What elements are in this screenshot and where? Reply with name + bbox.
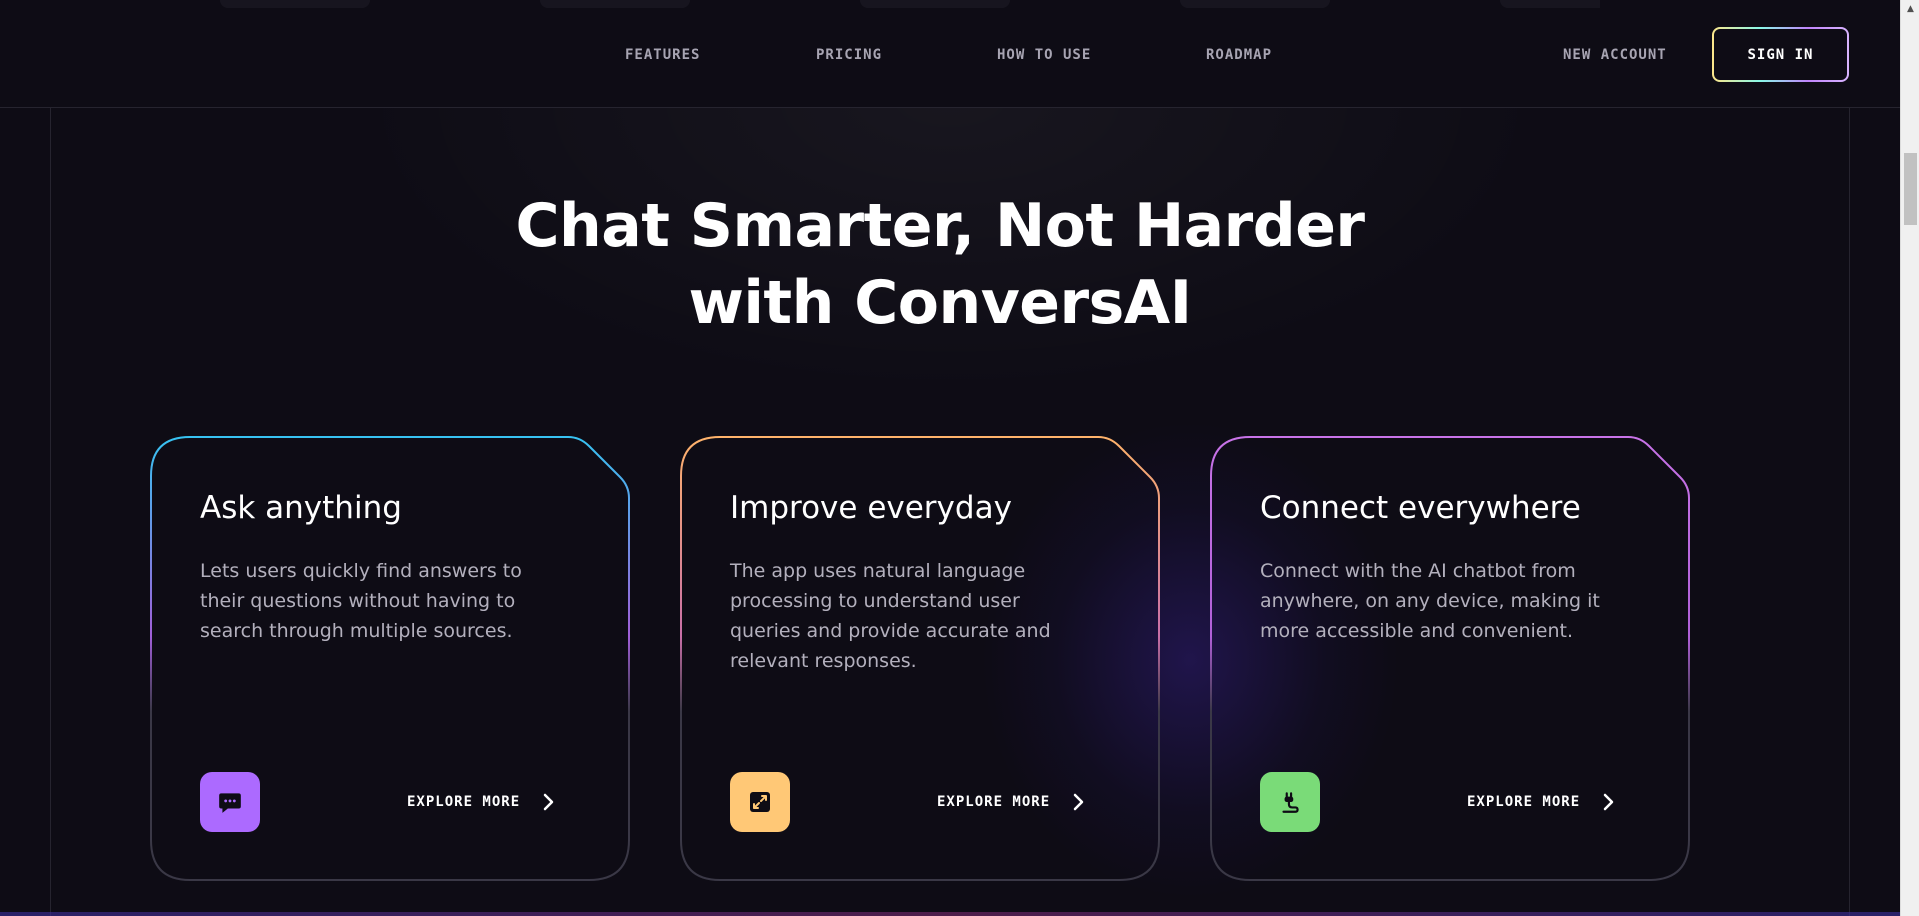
nav-pricing[interactable]: PRICING [816,47,882,63]
card-title: Ask anything [200,490,402,526]
explore-more-label: EXPLORE MORE [937,794,1051,810]
card-description: Connect with the AI chatbot from anywher… [1260,560,1600,642]
explore-more-link[interactable]: EXPLORE MORE [407,782,556,822]
explore-more-label: EXPLORE MORE [1467,794,1581,810]
card-description: The app uses natural language processing… [730,560,1051,672]
site-header: FEATURES PRICING HOW TO USE ROADMAP NEW … [0,0,1900,108]
scrollbar-thumb[interactable] [1904,153,1917,225]
sign-in-button[interactable]: SIGN IN [1712,27,1849,82]
bottom-gradient-strip [0,912,1900,916]
nav-features[interactable]: FEATURES [625,47,700,63]
card-description: Lets users quickly find answers to their… [200,560,522,642]
nav-roadmap[interactable]: ROADMAP [1206,47,1272,63]
explore-more-link[interactable]: EXPLORE MORE [1467,782,1616,822]
chat-bubble-icon [200,772,260,832]
chevron-right-icon [1073,793,1084,811]
expand-arrows-icon [730,772,790,832]
hero-heading-line1: Chat Smarter, Not Harder [515,191,1365,261]
frame-line-left [50,108,51,916]
vertical-scrollbar[interactable]: ▲ [1900,0,1919,916]
explore-more-label: EXPLORE MORE [407,794,521,810]
plug-icon [1260,772,1320,832]
chevron-right-icon [1603,793,1614,811]
card-title: Connect everywhere [1260,490,1581,526]
explore-more-link[interactable]: EXPLORE MORE [937,782,1086,822]
chevron-right-icon [543,793,554,811]
hero-heading-line2: with ConversAI [688,268,1192,338]
card-title: Improve everyday [730,490,1012,526]
nav-how-to-use[interactable]: HOW TO USE [997,47,1091,63]
feature-card-improve-everyday[interactable]: Improve everyday The app uses natural la… [680,436,1160,881]
frame-line-right [1849,108,1850,916]
partner-logos-strip [200,0,1600,14]
hero-heading: Chat Smarter, Not Harder with ConversAI [460,188,1420,342]
scroll-up-arrow-icon[interactable]: ▲ [1901,0,1919,17]
feature-card-ask-anything[interactable]: Ask anything Lets users quickly find ans… [150,436,630,881]
feature-card-connect-everywhere[interactable]: Connect everywhere Connect with the AI c… [1210,436,1690,881]
new-account-link[interactable]: NEW ACCOUNT [1563,47,1667,63]
